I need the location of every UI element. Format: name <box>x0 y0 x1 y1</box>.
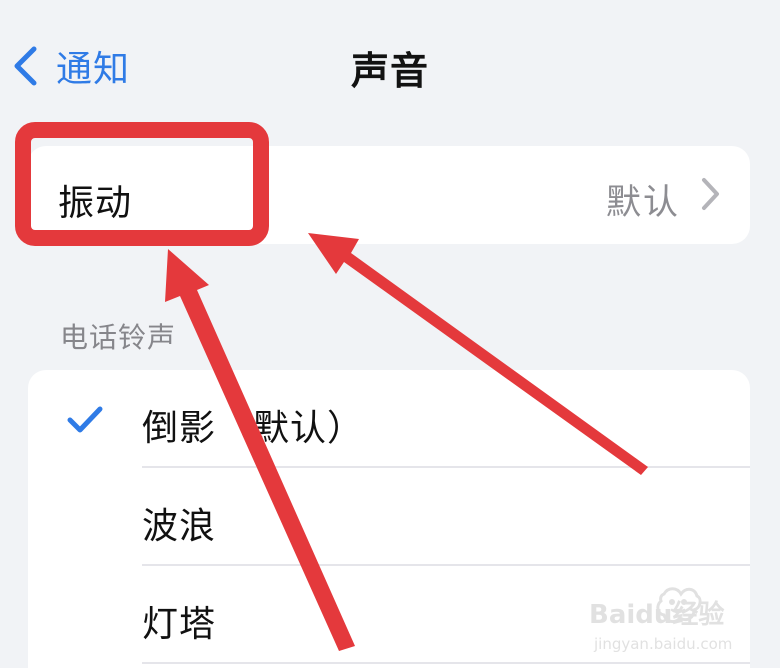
ringtone-list: 倒影（默认） 波浪 灯塔 <box>28 370 750 668</box>
ringtone-label: 倒影（默认） <box>142 408 365 449</box>
navigation-bar: 通知 声音 <box>0 30 780 104</box>
vibration-label: 振动 <box>58 183 133 224</box>
vibration-row[interactable]: 振动 默认 <box>28 146 750 244</box>
ringtone-label: 灯塔 <box>142 604 217 645</box>
vibration-value: 默认 <box>605 183 680 223</box>
sound-settings-screen: 通知 声音 振动 默认 电话铃声 倒影（默认） 波浪 灯塔 Baidu经验 ji… <box>0 0 780 668</box>
page-title: 声音 <box>350 49 429 93</box>
ringtone-label: 波浪 <box>142 506 217 547</box>
checkmark-icon <box>67 405 103 435</box>
ringtone-section-header: 电话铃声 <box>60 321 177 354</box>
separator <box>142 662 750 664</box>
ringtone-item-dengta[interactable]: 灯塔 <box>28 566 750 664</box>
ringtone-item-bolang[interactable]: 波浪 <box>28 468 750 566</box>
chevron-right-icon <box>698 175 722 213</box>
ringtone-item-daoying[interactable]: 倒影（默认） <box>28 370 750 468</box>
